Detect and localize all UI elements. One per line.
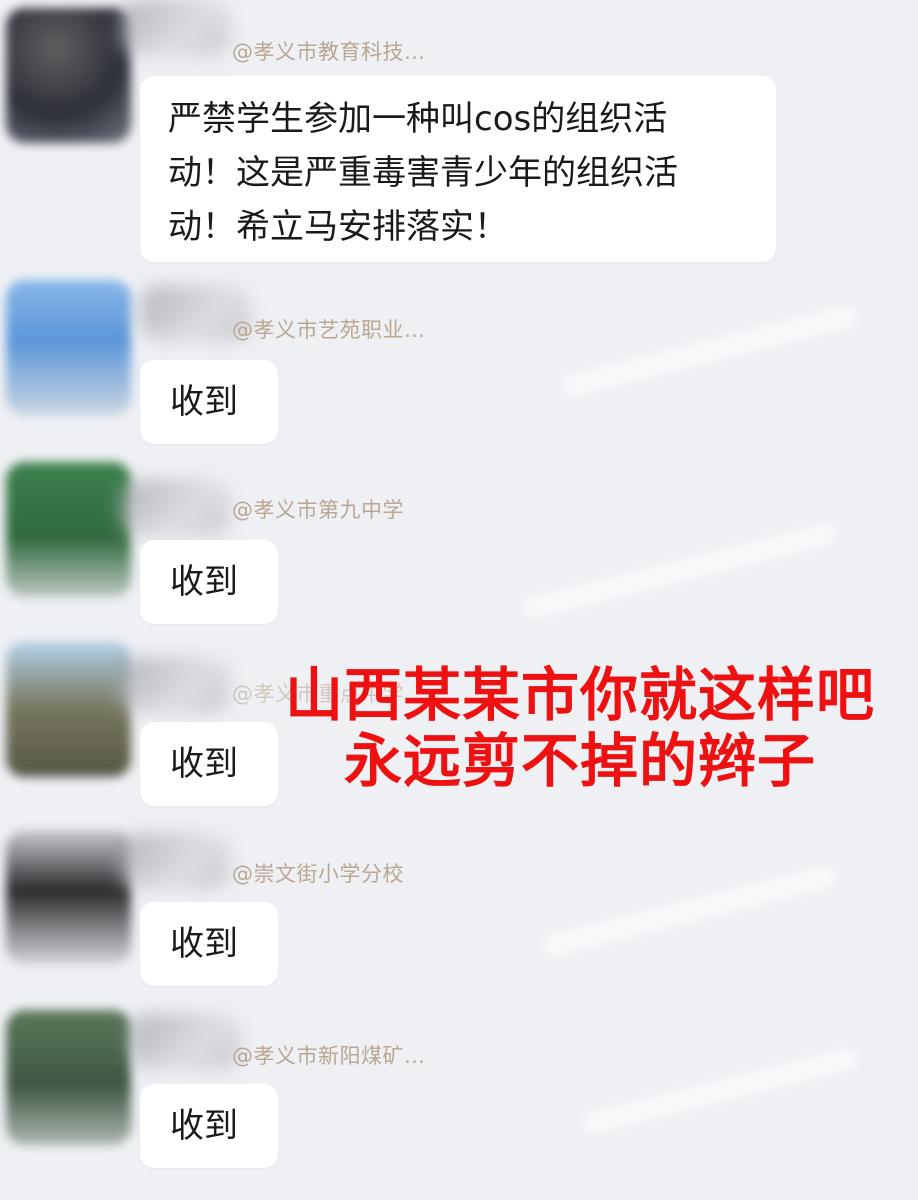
message-bubble[interactable]: 收到 — [140, 360, 278, 444]
sender-name-redacted — [120, 834, 230, 890]
sender-name: @孝义市艺苑职业… — [232, 318, 426, 342]
overlay-line: 山西某某市你就这样吧 — [284, 661, 875, 729]
avatar[interactable] — [6, 642, 131, 777]
chat-message: @孝义市艺苑职业… 收到 — [0, 280, 918, 450]
chat-message: @孝义市第九中学 收到 — [0, 462, 918, 632]
message-text: 收到 — [170, 562, 238, 602]
message-text: 收到 — [170, 382, 238, 422]
sender-name: @孝义市第九中学 — [232, 498, 404, 522]
message-text: 严禁学生参加一种叫cos的组织活 — [168, 99, 668, 139]
avatar[interactable] — [6, 280, 131, 415]
sender-name-redacted — [120, 658, 230, 714]
overlay-caption: 山西某某市你就这样吧 永远剪不掉的辫子 — [250, 662, 910, 794]
message-bubble[interactable]: 收到 — [140, 1084, 278, 1168]
message-bubble[interactable]: 收到 — [140, 902, 278, 986]
message-text: 收到 — [170, 924, 238, 964]
avatar[interactable] — [6, 462, 131, 597]
message-bubble[interactable]: 收到 — [140, 540, 278, 624]
avatar[interactable] — [6, 830, 131, 965]
chat-message: @崇文街小学分校 收到 — [0, 830, 918, 1000]
chat-message: @孝义市新阳煤矿… 收到 — [0, 1010, 918, 1190]
message-text: 动！这是严重毒害青少年的组织活 — [168, 153, 678, 193]
message-bubble[interactable]: 严禁学生参加一种叫cos的组织活 动！这是严重毒害青少年的组织活 动！希立马安排… — [140, 76, 776, 262]
avatar[interactable] — [6, 8, 131, 143]
chat-message: @孝义市教育科技… 严禁学生参加一种叫cos的组织活 动！这是严重毒害青少年的组… — [0, 0, 918, 270]
message-text: 收到 — [170, 744, 238, 784]
sender-name-redacted — [130, 1014, 240, 1070]
message-text: 动！希立马安排落实！ — [168, 207, 508, 247]
sender-name-redacted — [120, 480, 230, 536]
sender-name-redacted — [120, 0, 230, 56]
avatar[interactable] — [6, 1010, 131, 1145]
message-text: 收到 — [170, 1106, 238, 1146]
overlay-line: 永远剪不掉的辫子 — [343, 727, 816, 795]
sender-name: @孝义市教育科技… — [232, 40, 426, 64]
sender-name: @崇文街小学分校 — [232, 862, 404, 886]
sender-name: @孝义市新阳煤矿… — [232, 1044, 426, 1068]
